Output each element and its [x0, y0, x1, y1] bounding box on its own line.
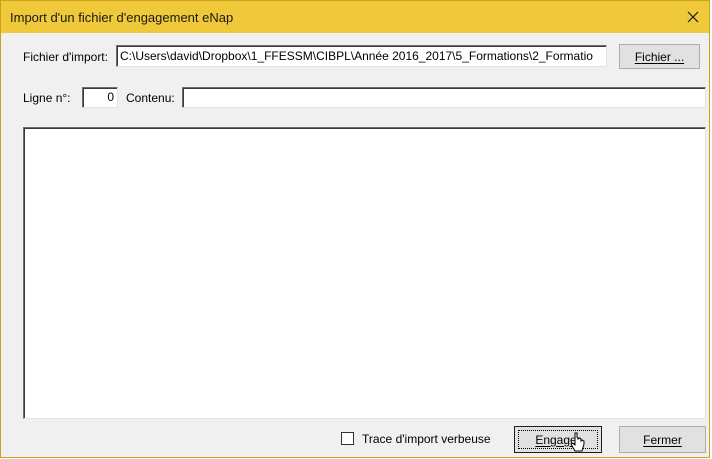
content-label: Contenu: [126, 91, 175, 105]
window-title: Import d'un fichier d'engagement eNap [10, 10, 234, 25]
close-button-label: Fermer [643, 432, 682, 447]
title-bar[interactable]: Import d'un fichier d'engagement eNap [1, 1, 709, 33]
close-icon [687, 11, 699, 23]
content-field[interactable] [182, 87, 706, 108]
line-number-field[interactable]: 0 [82, 87, 118, 108]
browse-file-button[interactable]: Fichier ... [619, 44, 700, 69]
line-number-label: Ligne n°: [23, 91, 71, 105]
verbose-trace-checkbox[interactable] [341, 432, 354, 445]
import-dialog: Import d'un fichier d'engagement eNap Fi… [0, 0, 710, 458]
import-file-path-field[interactable]: C:\Users\david\Dropbox\1_FFESSM\CIBPL\An… [116, 45, 607, 67]
engage-button-label: Engager [535, 432, 581, 447]
close-button[interactable]: Fermer [619, 426, 706, 453]
verbose-trace-label: Trace d'import verbeuse [362, 432, 491, 446]
import-file-label: Fichier d'import: [23, 50, 108, 64]
browse-file-button-label: Fichier ... [634, 49, 685, 64]
engage-button[interactable]: Engager [514, 426, 602, 453]
close-window-button[interactable] [679, 3, 707, 31]
import-log-area[interactable] [23, 127, 706, 419]
